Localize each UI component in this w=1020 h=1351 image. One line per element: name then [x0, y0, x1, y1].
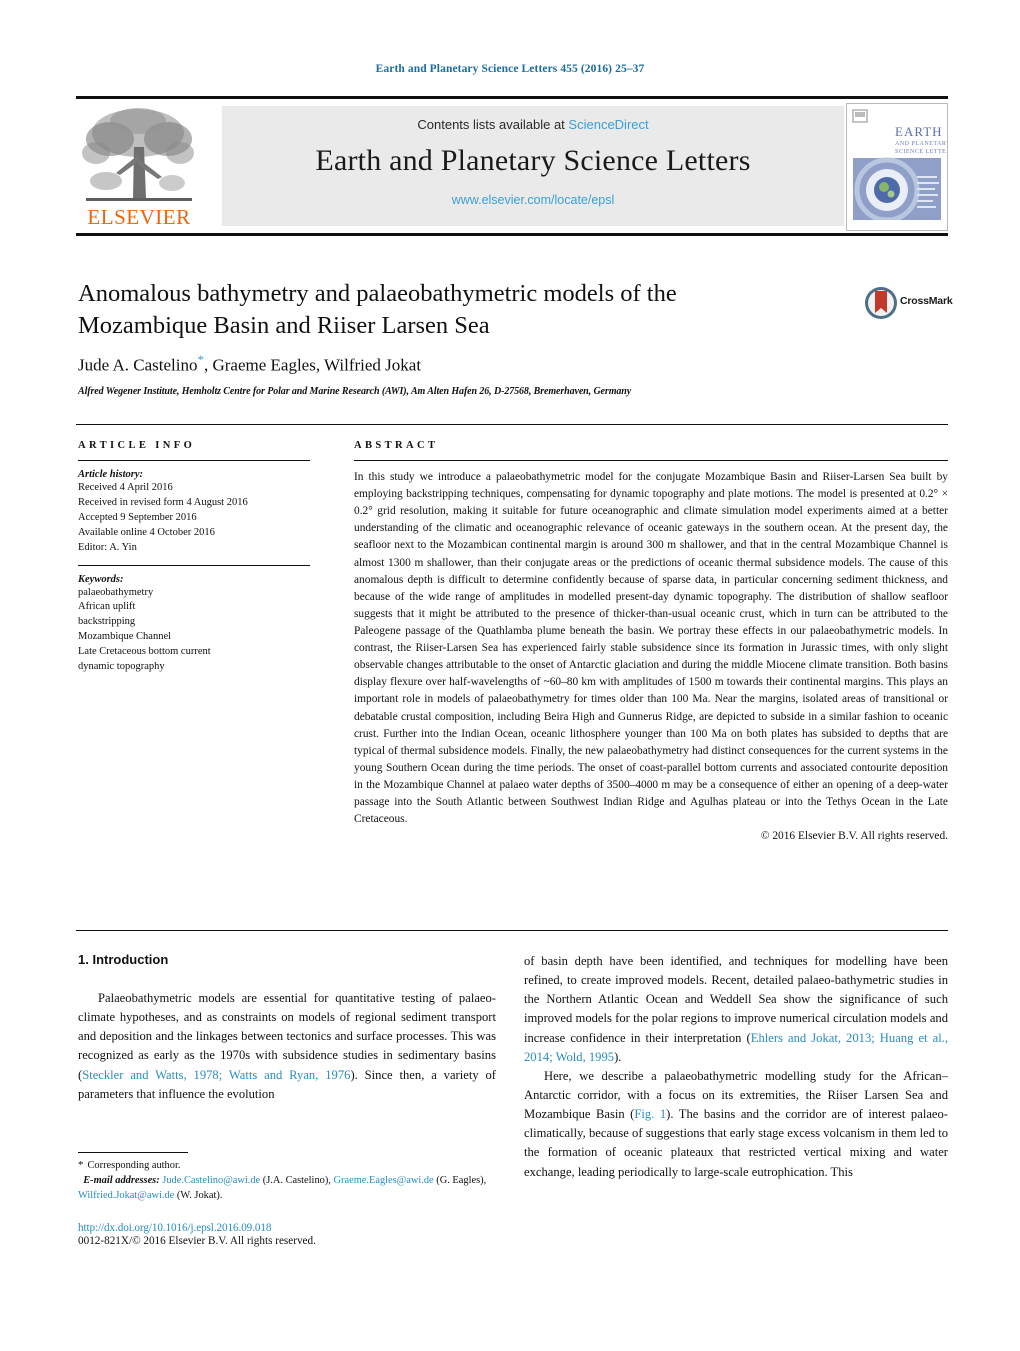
article-history-label: Article history: [78, 469, 144, 480]
citation-link[interactable]: Steckler and Watts, 1978; Watts and Ryan… [82, 1068, 350, 1082]
keyword-item: Late Cretaceous bottom current [78, 646, 211, 658]
abstract-column: ABSTRACT In this study we introduce a pa… [354, 440, 948, 842]
svg-text:EARTH: EARTH [895, 124, 943, 139]
article-info-heading: ARTICLE INFO [78, 440, 196, 451]
keywords-block: Keywords: palaeobathymetry African uplif… [78, 564, 310, 675]
article-info-column: ARTICLE INFO Article history: Received 4… [78, 440, 310, 675]
keyword-item: palaeobathymetry [78, 586, 154, 598]
divider-below-abstract [76, 930, 948, 931]
doi-block: http://dx.doi.org/10.1016/j.epsl.2016.09… [78, 1222, 508, 1247]
footnote-star: * [78, 1159, 84, 1171]
abstract-copyright: © 2016 Elsevier B.V. All rights reserved… [760, 830, 948, 843]
article-info-rule [78, 460, 310, 461]
email-owner-2: (G. Eagles), [436, 1174, 487, 1186]
history-item: Accepted 9 September 2016 [78, 511, 197, 523]
sciencedirect-link[interactable]: ScienceDirect [568, 117, 648, 132]
history-item: Received in revised form 4 August 2016 [78, 496, 248, 508]
body-right-column: of basin depth have been identified, and… [524, 952, 948, 1182]
affiliation: Alfred Wegener Institute, Hemholtz Centr… [78, 386, 632, 397]
elsevier-tree-icon [82, 108, 194, 201]
svg-text:AND PLANETARY: AND PLANETARY [895, 141, 947, 147]
right-text-b: ). [614, 1049, 622, 1064]
footnote-block: * Corresponding author. E-mail addresses:… [78, 1152, 498, 1203]
keyword-item: African uplift [78, 601, 136, 613]
keywords-rule [78, 564, 310, 566]
email-link-2[interactable]: Graeme.Eagles@awi.de [334, 1175, 434, 1186]
corresponding-author-text: Corresponding author. [87, 1160, 181, 1171]
history-item: Editor: A. Yin [78, 541, 137, 553]
crossmark-label: CrossMark [900, 295, 953, 307]
author-rest: , Graeme Eagles, Wilfried Jokat [203, 355, 422, 375]
section-heading-introduction: 1. Introduction [78, 952, 169, 967]
abstract-rule [354, 460, 948, 461]
elsevier-logo: ELSEVIER [76, 103, 202, 229]
keyword-item: Mozambique Channel [78, 631, 172, 643]
email-owner-1: (J.A. Castelino), [262, 1174, 331, 1186]
figure-link[interactable]: Fig. 1 [634, 1107, 666, 1121]
email-link-3[interactable]: Wilfried.Jokat@awi.de [78, 1190, 174, 1201]
journal-masthead: ELSEVIER Contents lists available at Sci… [76, 96, 948, 236]
page-title: Anomalous bathymetry and palaeobathymetr… [78, 280, 677, 339]
journal-cover-image: EARTH AND PLANETARY SCIENCE LETTERS [847, 104, 947, 230]
email-label: E-mail addresses: [83, 1174, 160, 1186]
crossmark-badge[interactable]: CrossMark [864, 286, 956, 320]
intro-paragraph-left: Palaeobathymetric models are essential f… [78, 989, 496, 1104]
footnote-rule [78, 1152, 188, 1153]
contents-box: Contents lists available at ScienceDirec… [222, 106, 844, 226]
history-item: Received 4 April 2016 [78, 482, 173, 493]
keyword-item: dynamic topography [78, 661, 165, 673]
corresponding-author-note: * Corresponding author. [78, 1158, 498, 1174]
intro-paragraph-right-1: of basin depth have been identified, and… [524, 952, 948, 1067]
journal-homepage-link[interactable]: www.elsevier.com/locate/epsl [222, 193, 844, 207]
journal-title: Earth and Planetary Science Letters [315, 144, 751, 177]
author-primary: Jude A. Castelino [78, 355, 198, 375]
email-owner-3: (W. Jokat). [176, 1189, 223, 1201]
keywords-label: Keywords: [78, 573, 124, 585]
crossmark-icon [865, 287, 897, 319]
author-list: Jude A. Castelino*, Graeme Eagles, Wilfr… [78, 352, 838, 376]
contents-available-line: Contents lists available at ScienceDirec… [222, 106, 844, 132]
email-addresses-note: E-mail addresses: Jude.Castelino@awi.de … [78, 1174, 498, 1204]
journal-cover-thumbnail: EARTH AND PLANETARY SCIENCE LETTERS [846, 103, 948, 231]
keyword-item: backstripping [78, 616, 136, 628]
email-link-1[interactable]: Jude.Castelino@awi.de [162, 1175, 260, 1186]
svg-text:SCIENCE LETTERS: SCIENCE LETTERS [895, 149, 947, 155]
body-left-column: 1. Introduction Palaeobathymetric models… [78, 952, 496, 1104]
issn-copyright: 0012-821X/© 2016 Elsevier B.V. All right… [78, 1235, 316, 1247]
divider-above-abstract [76, 424, 948, 425]
abstract-heading: ABSTRACT [354, 440, 439, 451]
intro-paragraph-right-2: Here, we describe a palaeobathymetric mo… [524, 1067, 948, 1182]
contents-prefix: Contents lists available at [417, 117, 565, 132]
history-item: Available online 4 October 2016 [78, 526, 215, 538]
elsevier-wordmark: ELSEVIER [87, 205, 191, 229]
running-head: Earth and Planetary Science Letters 455 … [375, 63, 645, 75]
abstract-body: In this study we introduce a palaeobathy… [354, 471, 948, 826]
article-page: Earth and Planetary Science Letters 455 … [0, 0, 1020, 1351]
doi-link[interactable]: http://dx.doi.org/10.1016/j.epsl.2016.09… [78, 1222, 508, 1234]
